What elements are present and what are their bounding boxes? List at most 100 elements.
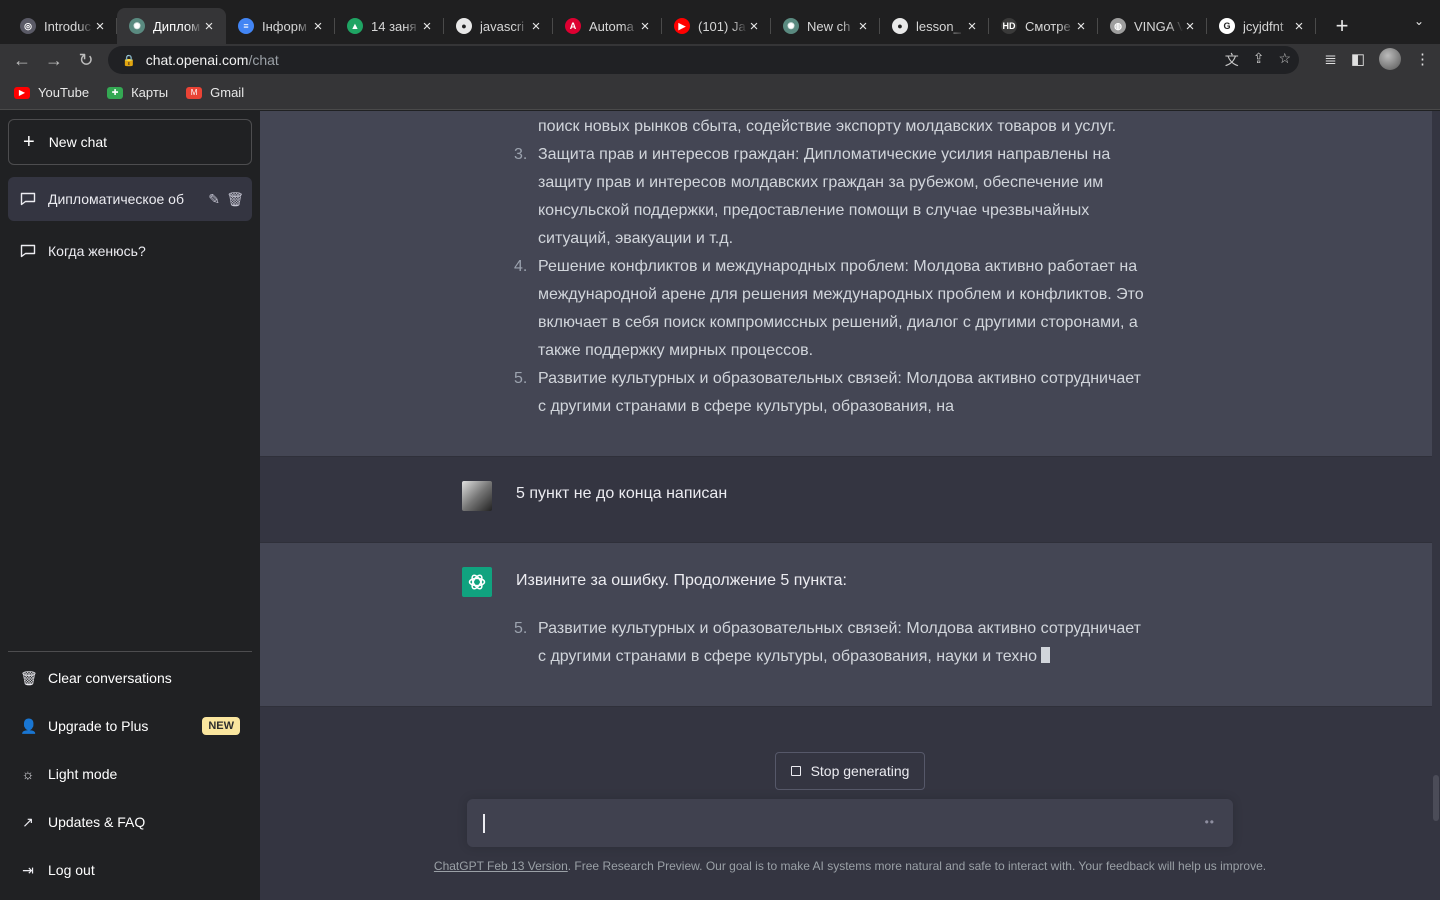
close-tab-icon[interactable]: × — [638, 18, 652, 35]
browser-tab[interactable]: Gjcyjdfnt × — [1207, 8, 1316, 44]
user-message: 5 пункт не до конца написан — [260, 457, 1432, 543]
list-item-text: поиск новых рынков сбыта, содействие экс… — [538, 118, 1117, 135]
share-icon[interactable]: ⇪ — [1253, 50, 1265, 70]
scrollbar-thumb[interactable] — [1433, 775, 1439, 821]
new-chat-button[interactable]: + New chat — [8, 119, 252, 165]
conversation-title: Дипломатическое об — [48, 191, 184, 207]
tab-favicon-icon: ◍ — [1110, 18, 1126, 34]
conversation-item-active[interactable]: Дипломатическое об ✎ 🗑 — [8, 177, 252, 221]
tab-favicon-icon: ▲ — [347, 18, 363, 34]
browser-tab[interactable]: ≡ Інформ × — [226, 8, 335, 44]
chat-bubble-icon — [20, 244, 36, 258]
version-link[interactable]: ChatGPT Feb 13 Version — [434, 859, 568, 873]
stop-generating-label: Stop generating — [810, 763, 910, 779]
updates-faq-link[interactable]: ↗ Updates & FAQ — [8, 800, 252, 844]
log-out-button[interactable]: ⇥ Log out — [8, 848, 252, 892]
pencil-icon[interactable]: ✎ — [208, 191, 220, 208]
menu-label: Log out — [48, 862, 95, 878]
tab-favicon-icon: ✺ — [783, 18, 799, 34]
upgrade-to-plus-button[interactable]: 👤 Upgrade to Plus NEW — [8, 704, 252, 748]
browser-tab[interactable]: ▶ (101) Ja × — [662, 8, 771, 44]
close-tab-icon[interactable]: × — [856, 18, 870, 35]
list-number: 5. — [514, 620, 528, 637]
menu-kebab-icon[interactable]: ⋮ — [1415, 50, 1430, 68]
forward-arrow-icon[interactable]: → — [38, 44, 70, 76]
trash-icon[interactable]: 🗑 — [226, 191, 244, 208]
logout-icon: ⇥ — [22, 861, 34, 878]
browser-tab[interactable]: ◎ Introduc × — [8, 8, 117, 44]
close-tab-icon[interactable]: × — [965, 18, 979, 35]
assistant-intro-text: Извините за ошибку. Продолжение 5 пункта… — [516, 572, 847, 589]
close-tab-icon[interactable]: × — [420, 18, 434, 35]
sun-icon: ☼ — [21, 766, 35, 782]
bookmark-item[interactable]: M Gmail — [186, 85, 244, 100]
message-input[interactable]: •• — [467, 799, 1233, 847]
browser-tab[interactable]: ● javascri × — [444, 8, 553, 44]
bookmark-item[interactable]: ✚ Карты — [107, 85, 168, 100]
trash-icon: 🗑 — [20, 669, 38, 686]
close-tab-icon[interactable]: × — [1292, 18, 1306, 35]
menu-label: Upgrade to Plus — [48, 718, 149, 734]
browser-tab[interactable]: HD Смотре × — [989, 8, 1098, 44]
tab-title: Automa — [589, 18, 634, 34]
profile-avatar[interactable] — [1379, 48, 1401, 70]
tab-favicon-icon: ✺ — [129, 18, 145, 34]
url-host: chat.openai.com — [145, 52, 249, 68]
assistant-message: Извините за ошибку. Продолжение 5 пункта… — [260, 543, 1432, 707]
assistant-message: поиск новых рынков сбыта, содействие экс… — [260, 111, 1432, 457]
bookmark-star-icon[interactable]: ☆ — [1278, 50, 1291, 70]
tab-favicon-icon: HD — [1001, 18, 1017, 34]
plus-icon: + — [23, 131, 35, 153]
clear-conversations-button[interactable]: 🗑 Clear conversations — [8, 656, 252, 700]
tab-favicon-icon: ● — [892, 18, 908, 34]
list-item-text: Развитие культурных и образовательных св… — [538, 620, 1141, 665]
close-tab-icon[interactable]: × — [1183, 18, 1197, 35]
chat-scrollbar[interactable] — [1432, 111, 1440, 900]
close-tab-icon[interactable]: × — [311, 18, 325, 35]
close-tab-icon[interactable]: × — [529, 18, 543, 35]
media-control-icon[interactable]: ≣ — [1324, 50, 1337, 68]
tab-title: Смотре — [1025, 18, 1071, 34]
tab-favicon-icon: ≡ — [238, 18, 254, 34]
close-tab-icon[interactable]: × — [747, 18, 761, 35]
browser-tab[interactable]: ✺ New ch × — [771, 8, 880, 44]
browser-tab[interactable]: A Automa × — [553, 8, 662, 44]
tab-title: New ch — [807, 18, 851, 34]
bookmark-favicon-icon: ▶ — [14, 86, 30, 99]
close-tab-icon[interactable]: × — [93, 18, 107, 35]
tab-search-chevron-icon[interactable]: ⌄ — [1414, 14, 1424, 28]
browser-tab[interactable]: ✺ Диплом × — [117, 8, 226, 44]
browser-tab[interactable]: ● lesson_ × — [880, 8, 989, 44]
tab-title: (101) Ja — [698, 18, 746, 34]
openai-logo-icon — [462, 567, 492, 597]
bookmark-label: Gmail — [210, 85, 245, 100]
list-item-text: Развитие культурных и образовательных св… — [538, 370, 1141, 415]
tab-favicon-icon: ◎ — [20, 18, 36, 34]
stop-generating-button[interactable]: Stop generating — [775, 752, 925, 790]
tab-favicon-icon: A — [565, 18, 581, 34]
address-bar[interactable]: 🔒 chat.openai.com/chat 文 ⇪ ☆ — [108, 46, 1299, 74]
stop-square-icon — [790, 766, 801, 776]
browser-tab[interactable]: ◍ VINGA V × — [1098, 8, 1207, 44]
tab-title: lesson_ — [916, 18, 961, 34]
tab-favicon-icon: ▶ — [674, 18, 690, 34]
bookmark-favicon-icon: M — [186, 86, 203, 99]
reload-icon[interactable]: ↻ — [70, 44, 102, 76]
bookmark-item[interactable]: ▶ YouTube — [14, 85, 89, 100]
translate-icon[interactable]: 文 — [1225, 50, 1239, 70]
lock-icon[interactable]: 🔒 — [122, 54, 136, 67]
light-mode-button[interactable]: ☼ Light mode — [8, 752, 252, 796]
close-tab-icon[interactable]: × — [1074, 18, 1088, 35]
browser-tab[interactable]: ▲ 14 заня × — [335, 8, 444, 44]
footer-text: . Free Research Preview. Our goal is to … — [567, 859, 1267, 873]
tab-title: Introduc — [44, 18, 91, 34]
conversation-title: Когда женюсь? — [48, 243, 146, 259]
conversation-item[interactable]: Когда женюсь? — [8, 229, 252, 273]
side-panel-icon[interactable]: ◧ — [1351, 50, 1365, 68]
new-tab-button[interactable]: + — [1324, 8, 1360, 44]
list-number: 5. — [514, 370, 528, 387]
bookmark-favicon-icon: ✚ — [107, 86, 124, 99]
close-tab-icon[interactable]: × — [202, 18, 216, 35]
list-number: 4. — [514, 258, 528, 275]
back-arrow-icon[interactable]: ← — [6, 44, 38, 76]
